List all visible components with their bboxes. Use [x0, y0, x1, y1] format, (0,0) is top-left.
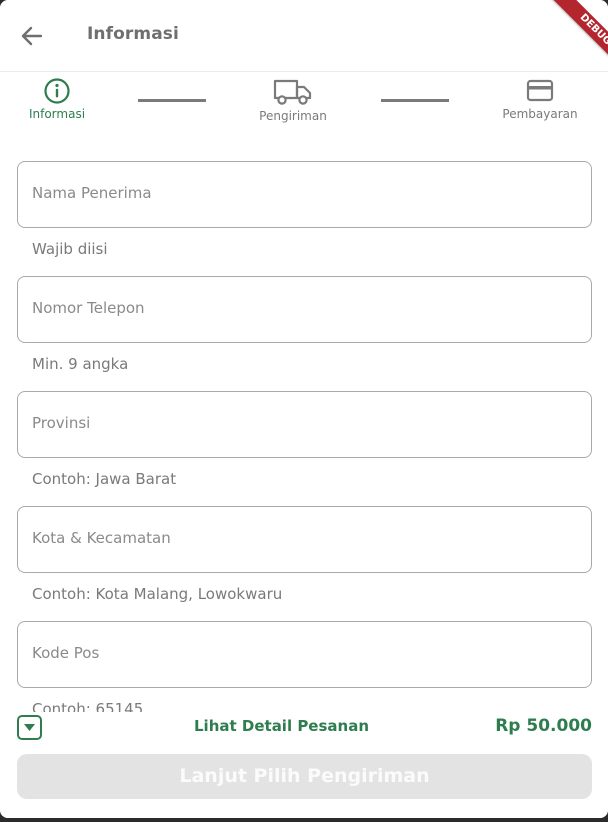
phone-number-placeholder: Nomor Telepon [32, 299, 145, 317]
expand-order-button[interactable] [17, 715, 42, 740]
province-helper: Contoh: Jawa Barat [32, 470, 177, 488]
credit-card-icon [526, 79, 554, 102]
step-label-pembayaran: Pembayaran [502, 107, 578, 121]
debug-banner: DEBUG [528, 0, 608, 80]
phone-number-field[interactable]: Nomor Telepon [17, 276, 592, 343]
order-total-price: Rp 50.000 [495, 716, 592, 736]
continue-shipping-button[interactable]: Lanjut Pilih Pengiriman [17, 754, 592, 799]
chevron-down-icon [24, 724, 35, 731]
city-district-helper: Contoh: Kota Malang, Lowokwaru [32, 585, 283, 603]
step-label-pengiriman: Pengiriman [259, 109, 327, 123]
city-district-field[interactable]: Kota & Kecamatan [17, 506, 592, 573]
order-detail-link[interactable]: Lihat Detail Pesanan [194, 717, 369, 735]
step-connector [138, 99, 206, 102]
recipient-name-placeholder: Nama Penerima [32, 184, 152, 202]
province-field[interactable]: Provinsi [17, 391, 592, 458]
step-informasi[interactable]: Informasi [22, 77, 92, 121]
recipient-name-field[interactable]: Nama Penerima [17, 161, 592, 228]
truck-icon [273, 79, 312, 105]
step-connector [381, 99, 449, 102]
postal-code-field[interactable]: Kode Pos [17, 621, 592, 688]
step-pembayaran[interactable]: Pembayaran [494, 77, 586, 121]
info-circle-icon [44, 78, 70, 104]
form-scroll-area[interactable]: Nama Penerima Wajib diisi Nomor Telepon … [0, 150, 608, 717]
order-summary-bar: Lihat Detail Pesanan Rp 50.000 Lanjut Pi… [0, 712, 608, 818]
arrow-left-icon [21, 26, 43, 46]
province-placeholder: Provinsi [32, 414, 91, 432]
app-bar: Informasi DEBUG [0, 0, 608, 75]
city-district-placeholder: Kota & Kecamatan [32, 529, 171, 547]
app-window: Informasi DEBUG Informasi Pengiriman Pem… [0, 0, 608, 818]
page-title: Informasi [87, 24, 179, 44]
recipient-name-helper: Wajib diisi [32, 240, 108, 258]
postal-code-placeholder: Kode Pos [32, 644, 100, 662]
phone-number-helper: Min. 9 angka [32, 355, 129, 373]
debug-banner-label: DEBUG [550, 0, 608, 75]
back-button[interactable] [14, 18, 50, 54]
step-pengiriman[interactable]: Pengiriman [250, 77, 336, 123]
step-label-informasi: Informasi [28, 107, 86, 121]
